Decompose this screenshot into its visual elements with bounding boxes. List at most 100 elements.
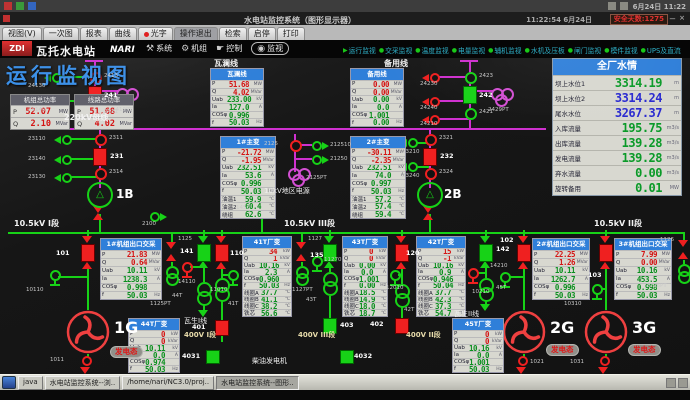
- menu-tab-1[interactable]: 视图(V): [2, 27, 42, 40]
- water-row-3: 尾水水位3267.37m: [553, 105, 681, 120]
- tray-icon[interactable]: [608, 2, 616, 10]
- breaker-103[interactable]: [599, 244, 613, 262]
- breaker-401[interactable]: [215, 320, 229, 336]
- generator-2G-icon[interactable]: [502, 310, 546, 354]
- breaker-101[interactable]: [81, 244, 95, 262]
- breaker-232[interactable]: [423, 148, 437, 166]
- breaker-141[interactable]: [197, 244, 211, 262]
- element: 1: [259, 255, 277, 262]
- breaker-110[interactable]: [215, 244, 229, 262]
- disconnector-2311[interactable]: [95, 134, 107, 146]
- disconnector-2125[interactable]: [290, 140, 302, 152]
- generator-3G-icon[interactable]: [584, 310, 628, 354]
- element: 18.7: [359, 309, 375, 316]
- toolbar-button-1[interactable]: ⚒系统: [146, 42, 172, 55]
- ground-switch-14110[interactable]: [182, 262, 193, 273]
- menu-tab-6[interactable]: 操作退出: [174, 27, 218, 40]
- menu-tab-7[interactable]: 检索: [219, 27, 247, 40]
- arrow-icon: [160, 213, 167, 221]
- desktop-icon[interactable]: [16, 2, 24, 10]
- ground-switch-23110[interactable]: [62, 135, 72, 145]
- arrow-icon: [480, 304, 490, 311]
- desktop-icon[interactable]: [4, 2, 12, 10]
- element: f50.03Hz: [101, 291, 161, 299]
- menu-tab-9[interactable]: 打印: [277, 27, 305, 40]
- menu-tab-8[interactable]: 启停: [248, 27, 276, 40]
- breaker-4031[interactable]: [206, 350, 220, 364]
- disconnector-1125-icon[interactable]: [166, 242, 176, 249]
- element: Q: [534, 260, 549, 266]
- nav-7[interactable]: ●闸门监视: [568, 45, 601, 55]
- ground-switch-1011[interactable]: [82, 356, 92, 366]
- tray-icon[interactable]: [620, 2, 628, 10]
- equipment-label: 2B: [444, 188, 462, 200]
- element: 38.2: [259, 302, 277, 309]
- taskbar-item-1[interactable]: java: [18, 376, 43, 390]
- element: [510, 317, 538, 342]
- toolbar-button-2[interactable]: ⚙机组: [181, 42, 207, 55]
- element: 0: [359, 255, 373, 262]
- desktop-icon[interactable]: [28, 2, 36, 10]
- nav-8[interactable]: ●模件监视: [604, 45, 637, 55]
- disconnector-2421[interactable]: [465, 108, 477, 120]
- menu-tab-3[interactable]: 报表: [80, 27, 108, 40]
- close-button[interactable]: ×: [679, 14, 685, 22]
- minimize-button[interactable]: －: [669, 14, 676, 24]
- equipment-label: 2321: [439, 136, 453, 142]
- ground-switch-14210[interactable]: [468, 268, 479, 279]
- breaker-102[interactable]: [517, 244, 531, 262]
- disconnector-2324[interactable]: [425, 168, 437, 180]
- tray-icon[interactable]: [666, 378, 676, 388]
- toolbar-button-3[interactable]: ☛控制: [216, 42, 242, 55]
- nav-5[interactable]: ●辅机监视: [488, 45, 521, 55]
- ground-switch-21250[interactable]: [312, 155, 322, 165]
- breaker-242[interactable]: [463, 86, 477, 104]
- ground-switch-23240[interactable]: [408, 162, 418, 172]
- element: MVar: [115, 121, 133, 127]
- menu-tab-2[interactable]: 一次图: [43, 27, 79, 40]
- main-transformer-1B[interactable]: [87, 182, 113, 208]
- nav-2[interactable]: ●交采监视: [379, 45, 412, 55]
- nav-3[interactable]: ●温度监视: [415, 45, 448, 55]
- ground-switch-10210[interactable]: [500, 272, 511, 283]
- disconnector-2423[interactable]: [465, 72, 477, 84]
- disconnector-1126-icon[interactable]: [678, 240, 688, 247]
- regional-source-label: 10kV地区电源: [264, 188, 310, 195]
- ground-switch-10310[interactable]: [592, 284, 603, 295]
- transformer-43T[interactable]: [323, 272, 338, 287]
- breaker-231[interactable]: [93, 148, 107, 166]
- tray-icon[interactable]: [678, 378, 688, 388]
- taskbar-item-4[interactable]: 水电站监控系统--图形..: [216, 376, 299, 390]
- ground-switch-23210[interactable]: [408, 138, 418, 148]
- breaker-4032[interactable]: [340, 350, 354, 364]
- menu-tab-4[interactable]: 曲线: [109, 27, 137, 40]
- wire-segment: [221, 268, 223, 278]
- equipment-label: 24130: [28, 84, 46, 90]
- breaker-142[interactable]: [479, 244, 493, 262]
- nav-9[interactable]: ●UPS及直流: [641, 45, 681, 55]
- disconnector-2314[interactable]: [95, 168, 107, 180]
- element: Q: [222, 157, 237, 163]
- taskbar-item-3[interactable]: /home/nari/NC3.0/proj..: [122, 376, 214, 390]
- ground-switch-1021[interactable]: [518, 356, 528, 366]
- nav-6[interactable]: ●水机及压板: [525, 45, 565, 55]
- ground-switch-10110[interactable]: [50, 270, 61, 281]
- generator-1G-icon[interactable]: [66, 310, 110, 354]
- start-button[interactable]: [2, 376, 16, 389]
- disconnector-2321[interactable]: [425, 134, 437, 146]
- nav-4[interactable]: ●电量监视: [452, 45, 485, 55]
- element: 0.0: [359, 268, 373, 275]
- toolbar-button-4[interactable]: ◉监视: [251, 42, 289, 55]
- ground-switch-23140[interactable]: [62, 155, 72, 165]
- ground-switch-212510[interactable]: [312, 141, 322, 151]
- disconnector-1127-icon[interactable]: [296, 242, 306, 249]
- nav-1[interactable]: ▶运行监视: [343, 45, 376, 55]
- ground-switch-12010[interactable]: [390, 270, 401, 281]
- menu-tab-5[interactable]: 光字: [138, 27, 173, 40]
- ground-switch-11010[interactable]: [228, 270, 239, 281]
- ground-switch-1031[interactable]: [600, 356, 610, 366]
- taskbar-item-2[interactable]: 水电站监控系统--浏..: [45, 376, 121, 390]
- equipment-label: 1126PT: [646, 284, 667, 290]
- main-transformer-2B[interactable]: [417, 182, 443, 208]
- ground-switch-23130[interactable]: [62, 173, 72, 183]
